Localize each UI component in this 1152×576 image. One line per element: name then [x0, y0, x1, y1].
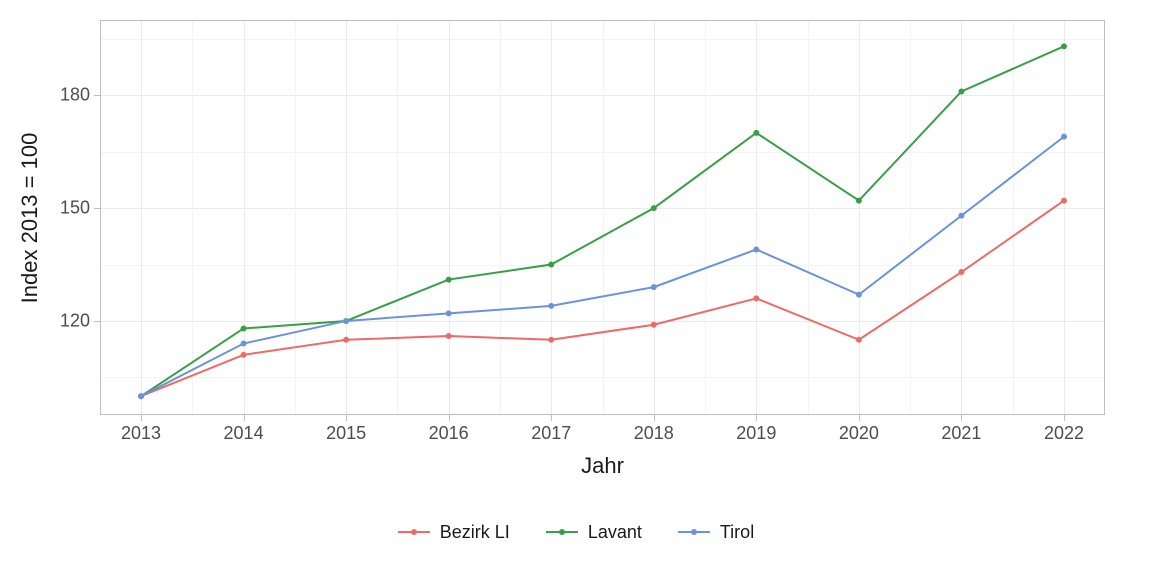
data-point: [446, 277, 452, 283]
data-point: [753, 295, 759, 301]
data-point: [651, 205, 657, 211]
data-point: [1061, 134, 1067, 140]
data-point: [1061, 43, 1067, 49]
data-point: [958, 213, 964, 219]
y-tick-label: 150: [60, 198, 90, 219]
legend-item: Lavant: [546, 522, 642, 543]
legend: Bezirk LI Lavant Tirol: [0, 520, 1152, 543]
data-point: [241, 352, 247, 358]
data-point: [958, 88, 964, 94]
plot-panel: Index 2013 = 100 Jahr 120150180201320142…: [100, 20, 1105, 415]
data-point: [753, 130, 759, 136]
x-tick-label: 2021: [941, 423, 981, 444]
legend-label: Lavant: [588, 522, 642, 543]
x-axis-title: Jahr: [581, 453, 624, 479]
legend-label: Tirol: [720, 522, 754, 543]
data-point: [958, 269, 964, 275]
legend-item: Bezirk LI: [398, 522, 510, 543]
x-tick-label: 2020: [839, 423, 879, 444]
data-point: [651, 322, 657, 328]
data-point: [241, 341, 247, 347]
data-point: [856, 198, 862, 204]
series-line: [141, 46, 1064, 396]
data-point: [446, 333, 452, 339]
line-layer: [100, 20, 1105, 415]
legend-key-icon: [546, 531, 578, 533]
legend-item: Tirol: [678, 522, 754, 543]
data-point: [753, 246, 759, 252]
x-tick-label: 2018: [634, 423, 674, 444]
y-tick-label: 180: [60, 85, 90, 106]
x-tick-label: 2022: [1044, 423, 1084, 444]
y-tick-label: 120: [60, 310, 90, 331]
legend-key-icon: [678, 531, 710, 533]
data-point: [1061, 198, 1067, 204]
series-line: [141, 137, 1064, 397]
legend-label: Bezirk LI: [440, 522, 510, 543]
x-tick-label: 2017: [531, 423, 571, 444]
series-line: [141, 201, 1064, 397]
chart-container: Index 2013 = 100 Jahr 120 150 180 2013 2014 2…: [0, 0, 1152, 576]
data-point: [548, 262, 554, 268]
x-tick-label: 2014: [224, 423, 264, 444]
x-tick-label: 2019: [736, 423, 776, 444]
x-tick-label: 2013: [121, 423, 161, 444]
data-point: [138, 393, 144, 399]
data-point: [446, 310, 452, 316]
data-point: [343, 337, 349, 343]
data-point: [856, 337, 862, 343]
data-point: [548, 303, 554, 309]
data-point: [856, 292, 862, 298]
data-point: [241, 325, 247, 331]
legend-key-icon: [398, 531, 430, 533]
y-axis-title: Index 2013 = 100: [17, 132, 43, 303]
data-point: [343, 318, 349, 324]
x-tick-label: 2016: [429, 423, 469, 444]
data-point: [548, 337, 554, 343]
x-tick-label: 2015: [326, 423, 366, 444]
data-point: [651, 284, 657, 290]
